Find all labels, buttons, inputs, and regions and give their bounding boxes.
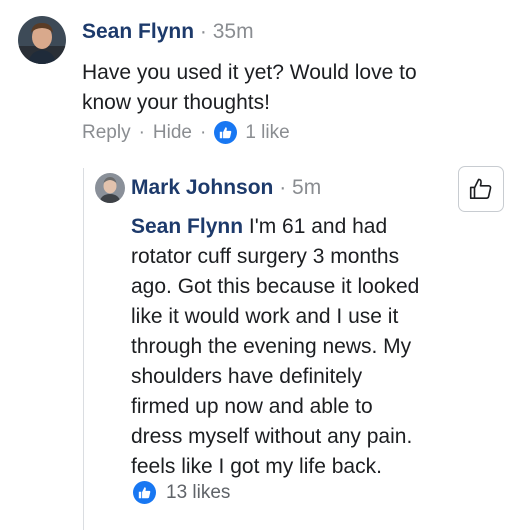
mention-link[interactable]: Sean Flynn [131,215,243,238]
reply-link[interactable]: Reply [82,122,131,144]
reply-text-line: ago. Got this because it looked [131,275,420,298]
avatar-photo-icon [95,173,125,203]
reply-text-fragment: I'm 61 and had [243,215,388,238]
avatar-mark-johnson[interactable] [95,173,125,203]
reply-text-line: shoulders have definitely [131,365,363,388]
comment-actions: Reply · Hide · 1 like [82,121,290,144]
thumbs-up-icon [133,481,156,504]
reply-text-line: Sean Flynn I'm 61 and had [131,212,511,242]
action-separator: · [199,121,207,143]
thumbs-up-icon [214,121,238,144]
reply-text-line: rotator cuff surgery 3 months [131,245,400,268]
comment-header: Sean Flynn · 35m [82,20,254,44]
thumbs-up-outline-icon [469,178,492,200]
comment-body: Have you used it yet? Would love to know… [82,58,417,118]
comment-author[interactable]: Sean Flynn [82,20,194,43]
reply-text-line: dress myself without any pain. [131,425,413,448]
reply-text-line: through the evening news. My [131,335,412,358]
action-separator: · [138,121,145,143]
reply-author[interactable]: Mark Johnson [131,176,273,199]
like-button[interactable] [458,166,504,212]
comment-separator: · [199,20,207,43]
comment-timestamp[interactable]: 35m [213,20,254,43]
reply-thread-line [83,168,84,530]
hide-link[interactable]: Hide [153,122,192,144]
reply-header: Mark Johnson · 5m [131,176,321,200]
reply-body: Sean Flynn I'm 61 and had rotator cuff s… [131,212,511,482]
comment-text-line: Have you used it yet? Would love to [82,61,417,84]
avatar-photo-icon [18,16,66,64]
avatar-sean-flynn[interactable] [18,16,66,64]
reply-text-line: feels like I got my life back. [131,455,382,478]
reply-timestamp[interactable]: 5m [292,176,321,199]
comment-text-line: know your thoughts! [82,91,270,114]
like-count[interactable]: 1 like [245,122,289,144]
reply-text-line: firmed up now and able to [131,395,373,418]
reply-separator: · [279,176,287,199]
reply-text-line: like it would work and I use it [131,305,399,328]
reply-reactions[interactable]: 13 likes [133,481,230,504]
reply-like-count[interactable]: 13 likes [166,482,230,504]
